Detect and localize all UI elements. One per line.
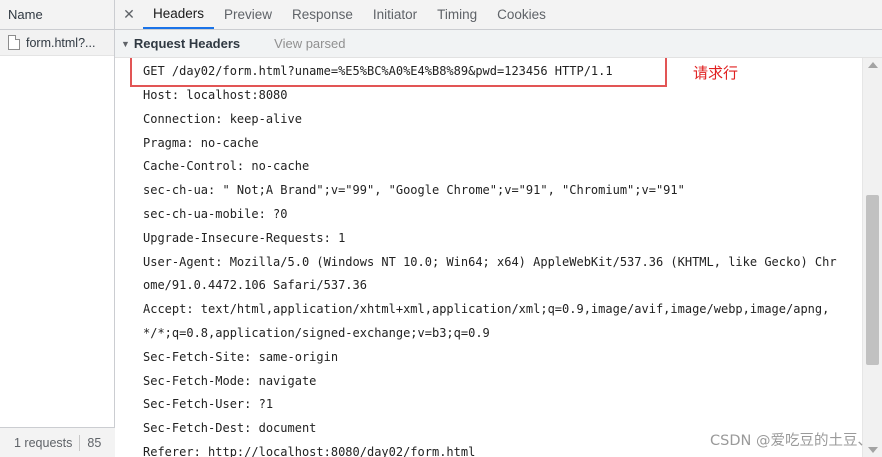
tab-preview-label: Preview (224, 7, 273, 22)
header-line: Connection: keep-alive (143, 111, 302, 126)
document-icon (8, 35, 20, 50)
header-line: Sec-Fetch-Mode: navigate (143, 373, 317, 388)
request-name: form.html?... (26, 35, 96, 50)
header-line: Sec-Fetch-Site: same-origin (143, 349, 339, 364)
collapse-triangle-icon[interactable]: ▼ (121, 39, 130, 49)
transferred-size: 85 (87, 435, 102, 450)
header-line: ome/91.0.4472.106 Safari/537.36 (143, 278, 367, 293)
tab-cookies[interactable]: Cookies (487, 0, 556, 29)
tab-initiator[interactable]: Initiator (363, 0, 427, 29)
request-detail-panel: ✕ Headers Preview Response Initiator Tim… (115, 0, 882, 457)
header-line: Sec-Fetch-User: ?1 (143, 397, 274, 412)
tab-headers-label: Headers (153, 6, 205, 21)
detail-tabs: ✕ Headers Preview Response Initiator Tim… (115, 0, 882, 30)
name-column-label: Name (8, 7, 43, 22)
header-line: Cache-Control: no-cache (143, 159, 310, 174)
scroll-thumb[interactable] (866, 195, 879, 365)
request-line-annotation: 请求行 (693, 64, 739, 82)
header-line: sec-ch-ua-mobile: ?0 (143, 207, 288, 221)
view-parsed-link[interactable]: View parsed (274, 36, 345, 51)
scroll-up-arrow-icon[interactable] (868, 62, 878, 68)
headers-source-view: GET /day02/form.html?uname=%E5%BC%A0%E4%… (115, 58, 862, 457)
header-line: Sec-Fetch-Dest: document (143, 421, 317, 436)
tab-response-label: Response (292, 7, 353, 22)
section-title: Request Headers (133, 36, 241, 51)
request-count: 1 requests (14, 435, 73, 450)
tab-headers[interactable]: Headers (143, 0, 215, 29)
header-line: Upgrade-Insecure-Requests: 1 (143, 230, 346, 245)
tab-initiator-label: Initiator (372, 7, 418, 22)
request-row[interactable]: form.html?... (0, 30, 114, 56)
tab-response[interactable]: Response (282, 0, 363, 29)
header-line: Accept: text/html,application/xhtml+xml,… (143, 302, 830, 317)
header-line: Host: localhost:8080 (143, 88, 288, 102)
watermark: CSDN @爱吃豆的土豆、 (710, 433, 872, 449)
header-line: sec-ch-ua: " Not;A Brand";v="99", "Googl… (143, 183, 685, 198)
tab-timing[interactable]: Timing (427, 0, 487, 29)
header-line: User-Agent: Mozilla/5.0 (Windows NT 10.0… (143, 254, 837, 269)
close-icon[interactable]: ✕ (115, 0, 143, 29)
name-column-header[interactable]: Name (0, 0, 114, 30)
tab-cookies-label: Cookies (497, 7, 546, 22)
status-bar: 1 requests 85 (0, 427, 115, 457)
tab-preview[interactable]: Preview (214, 0, 282, 29)
header-line: Referer: http://localhost:8080/day02/for… (143, 445, 476, 457)
vertical-scrollbar[interactable] (862, 58, 882, 457)
tab-timing-label: Timing (437, 7, 478, 22)
header-line: Pragma: no-cache (143, 135, 259, 150)
request-headers-section-header[interactable]: ▼ Request Headers View parsed (115, 30, 882, 58)
footer-divider (79, 434, 81, 451)
header-line: */*;q=0.8,application/signed-exchange;v=… (143, 326, 490, 340)
request-list-panel: Name form.html?... 1 requests 85 (0, 0, 115, 457)
request-line: GET /day02/form.html?uname=%E5%BC%A0%E4%… (143, 64, 613, 78)
